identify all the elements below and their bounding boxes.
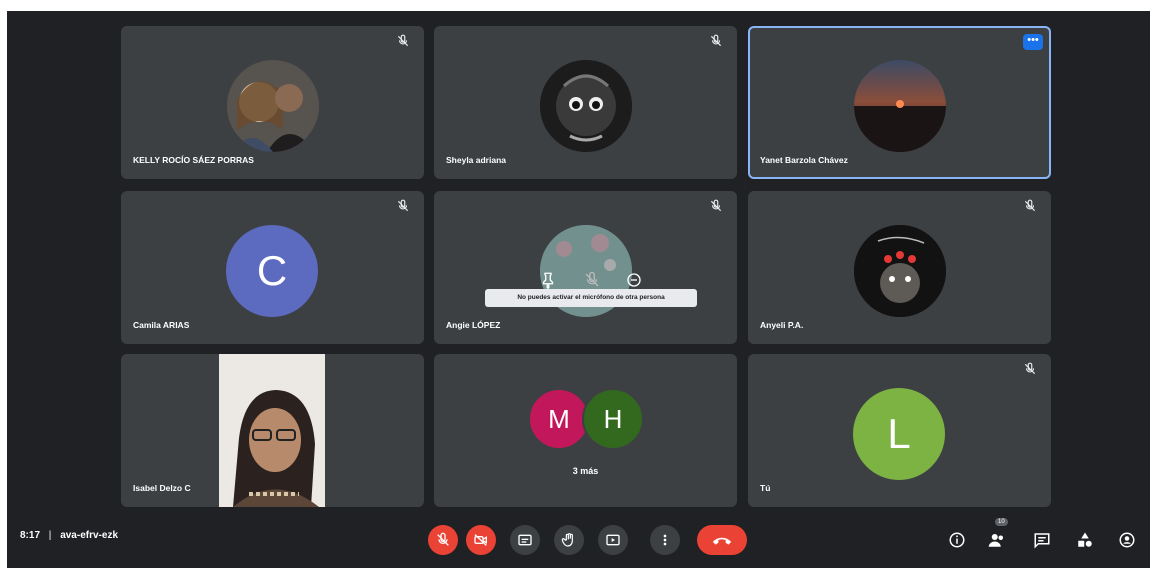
mic-off-icon: [397, 199, 409, 212]
chat-button[interactable]: [1032, 530, 1052, 550]
people-button[interactable]: 10: [987, 518, 1008, 550]
participant-name: Sheyla adriana: [446, 155, 507, 165]
mic-button[interactable]: [428, 525, 458, 555]
participant-name: KELLY ROCÍO SÁEZ PORRAS: [133, 155, 254, 165]
more-options-button[interactable]: [650, 525, 680, 555]
participant-tile-kelly[interactable]: KELLY ROCÍO SÁEZ PORRAS: [121, 26, 424, 179]
separator: |: [48, 530, 52, 541]
more-options-icon[interactable]: •••: [1023, 34, 1043, 50]
avatar: [539, 60, 632, 152]
hang-up-icon: [712, 537, 732, 545]
participant-name: Tú: [760, 483, 771, 493]
participant-name: Yanet Barzola Chávez: [760, 155, 848, 165]
participant-tile-anyeli[interactable]: Anyeli P.A.: [748, 191, 1051, 344]
avatar: M: [528, 388, 590, 450]
meet-screen: KELLY ROCÍO SÁEZ PORRAS Sheyla adriana •…: [7, 11, 1150, 568]
mute-mic-icon[interactable]: [583, 271, 601, 289]
meeting-details-button[interactable]: [947, 530, 967, 550]
camera-button[interactable]: [466, 525, 496, 555]
avatar: [226, 60, 319, 152]
avatar: H: [582, 388, 644, 450]
host-controls-button[interactable]: [1117, 530, 1137, 550]
meeting-code: ava-efrv-ezk: [60, 530, 118, 541]
pin-icon[interactable]: [539, 271, 557, 289]
more-vert-icon: [663, 534, 667, 546]
mic-off-icon: [710, 199, 722, 212]
participant-tile-camila[interactable]: C Camila ARIAS: [121, 191, 424, 344]
camera-off-icon: [474, 534, 487, 546]
others-tile[interactable]: M H 3 más: [434, 354, 737, 507]
meeting-info: 8:17 | ava-efrv-ezk: [20, 530, 118, 541]
participant-tile-self[interactable]: L Tú: [748, 354, 1051, 507]
mic-off-icon: [1024, 199, 1036, 212]
mic-off-icon: [397, 34, 409, 47]
info-icon: [949, 532, 965, 548]
video-feed: [219, 354, 325, 507]
people-count-badge: 10: [995, 518, 1008, 526]
present-button[interactable]: [598, 525, 628, 555]
participant-tile-angie[interactable]: Angie LÓPEZ: [434, 191, 737, 344]
shapes-icon: [1078, 532, 1092, 547]
mic-off-icon: [710, 34, 722, 47]
avatar: L: [853, 388, 945, 480]
avatar: [853, 60, 946, 152]
participant-name: Angie LÓPEZ: [446, 320, 501, 330]
participant-tile-sheyla[interactable]: Sheyla adriana: [434, 26, 737, 179]
participant-name: Camila ARIAS: [133, 320, 190, 330]
participant-name: Anyeli P.A.: [760, 320, 804, 330]
chat-icon: [1034, 533, 1050, 549]
bottom-toolbar: 8:17 | ava-efrv-ezk 10: [7, 512, 1150, 568]
hand-icon: [561, 533, 573, 547]
tooltip: No puedes activar el micrófono de otra p…: [485, 289, 697, 307]
activities-button[interactable]: [1075, 530, 1095, 550]
captions-icon: [518, 534, 532, 546]
captions-button[interactable]: [510, 525, 540, 555]
participant-tile-yanet[interactable]: ••• Yanet Barzola Chávez: [748, 26, 1051, 179]
remove-icon[interactable]: [625, 271, 643, 289]
avatar: [853, 225, 946, 317]
participant-tile-isabel[interactable]: Isabel Delzo C: [121, 354, 424, 507]
raise-hand-button[interactable]: [554, 525, 584, 555]
leave-call-button[interactable]: [697, 525, 747, 555]
meeting-time: 8:17: [20, 530, 41, 541]
more-participants-label: 3 más: [572, 466, 599, 476]
people-icon: [988, 534, 1003, 547]
mic-off-icon: [437, 532, 449, 546]
participant-name: Isabel Delzo C: [133, 483, 191, 493]
lock-person-icon: [1119, 532, 1135, 548]
present-icon: [606, 534, 620, 546]
mic-off-icon: [1024, 362, 1036, 375]
avatar: C: [226, 225, 318, 317]
